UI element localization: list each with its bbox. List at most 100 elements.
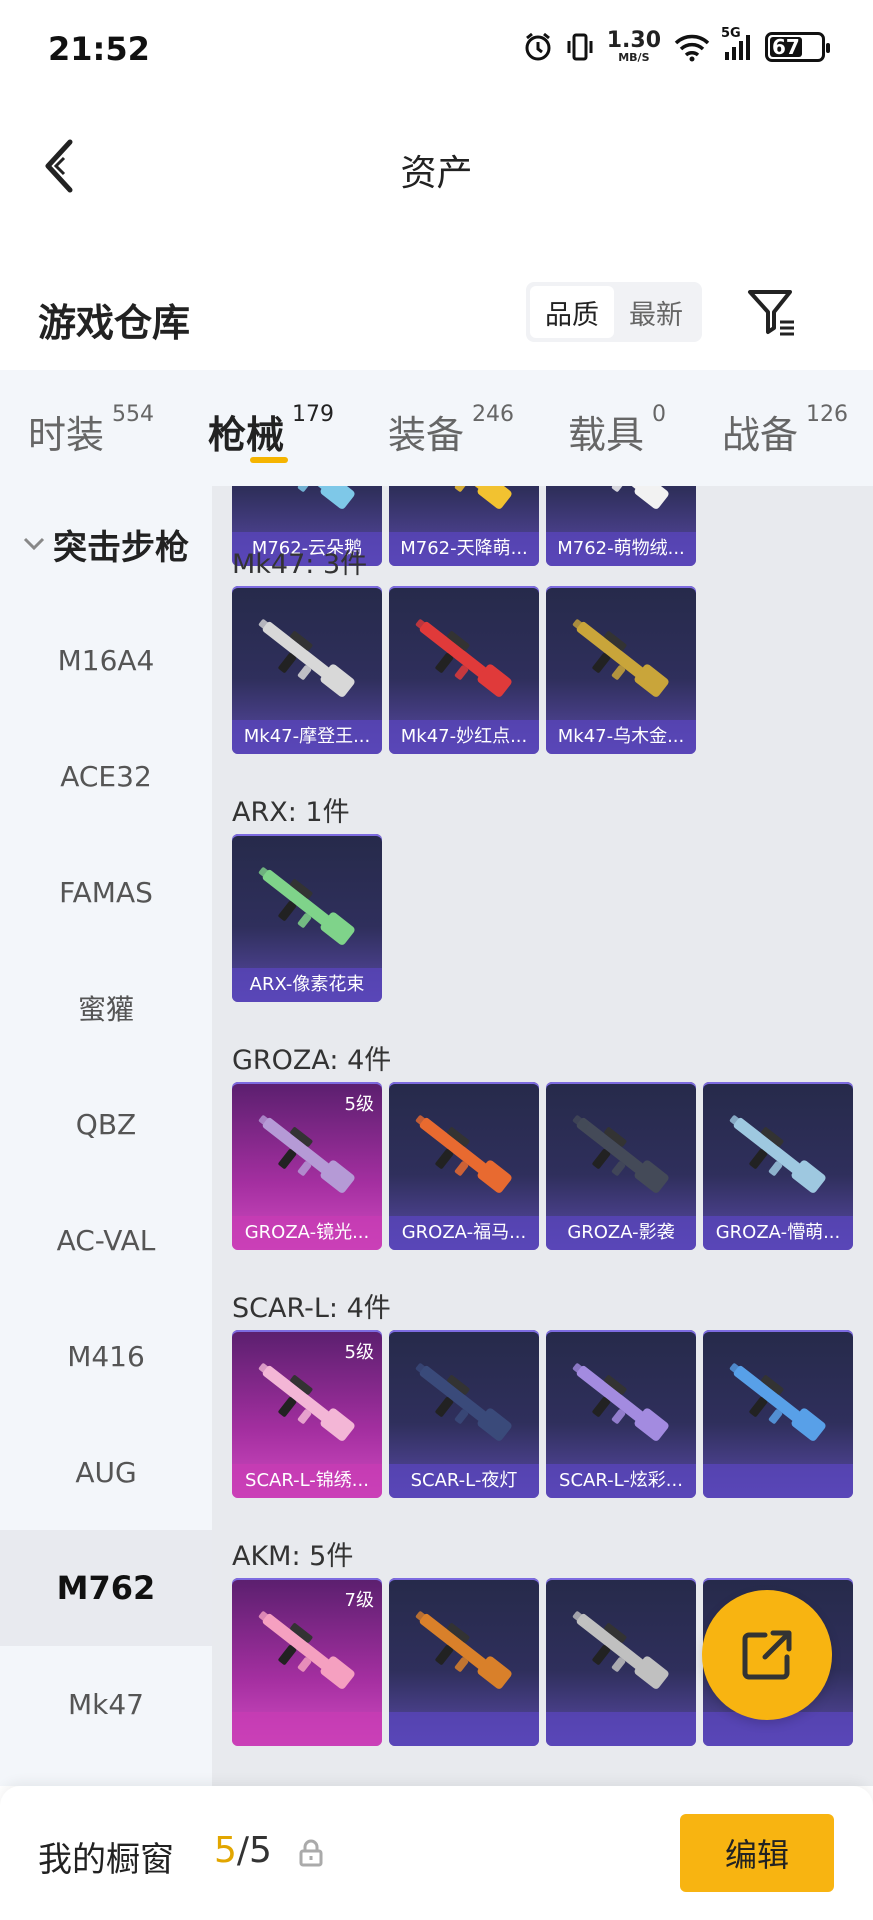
sidebar-category[interactable]: 突击步枪 — [0, 486, 212, 602]
weapon-card[interactable]: SCAR-L-夜灯 — [389, 1330, 539, 1498]
weapon-card[interactable]: ARX-像素花束 — [232, 834, 382, 1002]
sidebar-item-ace32[interactable]: ACE32 — [0, 718, 212, 834]
sidebar-category-label: 突击步枪 — [53, 527, 189, 568]
sort-quality[interactable]: 品质 — [530, 286, 614, 338]
category-tabs: 时装 554 枪械 179 装备 246 载具 0 战备 126 — [0, 370, 873, 486]
sidebar-item-ac-val[interactable]: AC-VAL — [0, 1182, 212, 1298]
tab-guns[interactable]: 枪械 179 — [208, 402, 335, 459]
nav-header: 资产 — [0, 104, 873, 226]
group-title: AKM: 5件 — [232, 1541, 354, 1572]
warehouse-header: 游戏仓库 品质 最新 — [0, 268, 873, 364]
weapon-name: ARX-像素花束 — [232, 968, 382, 1002]
level-badge: 5级 — [344, 1342, 374, 1363]
weapon-card[interactable]: GROZA-影袭 — [546, 1082, 696, 1250]
weapon-skin-icon — [262, 486, 355, 509]
weapon-skin-icon — [415, 1611, 512, 1689]
share-button[interactable] — [702, 1590, 832, 1720]
tab-count: 126 — [806, 402, 849, 427]
sidebar-item-m416[interactable]: M416 — [0, 1298, 212, 1414]
showcase-total: 5 — [249, 1830, 272, 1871]
warehouse-title: 游戏仓库 — [38, 301, 191, 345]
weapon-card[interactable]: SCAR-L-炫彩... — [546, 1330, 696, 1498]
tab-count: 179 — [292, 402, 335, 427]
group-title: GROZA: 4件 — [232, 1045, 392, 1076]
weapon-skin-icon — [572, 1115, 669, 1193]
network-type: 5G — [721, 25, 741, 41]
weapon-card[interactable]: GROZA-懵萌... — [703, 1082, 853, 1250]
lock-icon — [298, 1838, 324, 1868]
weapon-card[interactable] — [703, 1330, 853, 1498]
chevron-down-icon — [23, 537, 45, 551]
weapon-name: GROZA-福马... — [389, 1216, 539, 1250]
sort-latest[interactable]: 最新 — [614, 286, 698, 338]
weapon-card[interactable]: 7级 — [232, 1578, 382, 1746]
status-time: 21:52 — [48, 30, 150, 68]
weapon-name: M762-天降萌... — [389, 532, 539, 566]
tab-fashion[interactable]: 时装 554 — [28, 402, 154, 459]
weapon-name — [389, 1712, 539, 1746]
weapon-card[interactable]: Mk47-乌木金... — [546, 586, 696, 754]
tab-vehicles[interactable]: 载具 0 — [568, 402, 667, 459]
weapon-card[interactable]: Mk47-摩登王... — [232, 586, 382, 754]
tab-label: 装备 — [388, 413, 465, 457]
weapon-card[interactable]: M762-萌物绒... — [546, 486, 696, 566]
weapon-skin-icon — [415, 619, 512, 697]
sidebar-item-m16a4[interactable]: M16A4 — [0, 602, 212, 718]
showcase-label: 我的橱窗 — [38, 1840, 174, 1880]
network-speed: 1.30 MB/S — [606, 28, 661, 64]
showcase-current: 5 — [214, 1830, 237, 1871]
signal-icon: 5G — [721, 26, 753, 62]
wifi-icon — [673, 32, 711, 62]
speed-value: 1.30 — [606, 28, 661, 53]
weapon-card[interactable] — [546, 1578, 696, 1746]
tab-label: 战备 — [722, 413, 799, 457]
weapon-name: GROZA-影袭 — [546, 1216, 696, 1250]
share-icon — [742, 1630, 792, 1680]
sidebar-item-famas[interactable]: FAMAS — [0, 834, 212, 950]
weapon-skin-icon — [258, 619, 355, 697]
level-badge: 5级 — [344, 1094, 374, 1115]
weapon-name: SCAR-L-锦绣... — [232, 1464, 382, 1498]
showcase-bar: 我的橱窗 5/5 编辑 — [0, 1786, 873, 1920]
speed-unit: MB/S — [618, 51, 650, 64]
sidebar-item-aug[interactable]: AUG — [0, 1414, 212, 1530]
tab-label: 时装 — [28, 413, 105, 457]
vibrate-icon — [565, 32, 595, 62]
status-icons: 1.30 MB/S 5G 67 — [523, 26, 830, 64]
tab-battle-prep[interactable]: 战备 126 — [722, 402, 849, 459]
tab-active-indicator — [250, 457, 288, 463]
battery-icon: 67 — [765, 31, 830, 62]
tab-label: 载具 — [568, 413, 645, 457]
group-title: Mk47: 3件 — [232, 549, 368, 580]
weapon-card[interactable]: 5级 SCAR-L-锦绣... — [232, 1330, 382, 1498]
weapon-skin-icon — [572, 1363, 669, 1441]
weapon-card[interactable]: GROZA-福马... — [389, 1082, 539, 1250]
level-badge: 7级 — [344, 1590, 374, 1611]
weapon-card[interactable]: 5级 GROZA-镜光... — [232, 1082, 382, 1250]
weapon-skin-icon — [419, 486, 512, 509]
tab-count: 0 — [652, 402, 667, 427]
sidebar-item-mk47[interactable]: Mk47 — [0, 1646, 212, 1762]
weapon-name: GROZA-懵萌... — [703, 1216, 853, 1250]
weapon-skin-icon — [258, 867, 355, 945]
sidebar-item-m762[interactable]: M762 — [0, 1530, 212, 1646]
filter-button[interactable] — [744, 284, 800, 340]
tab-equipment[interactable]: 装备 246 — [388, 402, 515, 459]
weapon-name: GROZA-镜光... — [232, 1216, 382, 1250]
weapon-skin-icon — [729, 1363, 826, 1441]
edit-button[interactable]: 编辑 — [680, 1814, 834, 1892]
tab-count: 246 — [472, 402, 515, 427]
weapon-skin-icon — [415, 1363, 512, 1441]
weapon-skin-icon — [258, 1115, 355, 1193]
weapon-card[interactable]: Mk47-妙红点... — [389, 586, 539, 754]
sidebar-item-qbz[interactable]: QBZ — [0, 1066, 212, 1182]
page-title: 资产 — [400, 153, 473, 194]
weapon-skin-icon — [572, 1611, 669, 1689]
filter-icon — [748, 290, 794, 336]
weapon-card[interactable] — [389, 1578, 539, 1746]
weapon-name — [232, 1712, 382, 1746]
weapon-card[interactable]: M762-天降萌... — [389, 486, 539, 566]
sidebar-item-honey-badger[interactable]: 蜜獾 — [0, 950, 212, 1066]
group-title: SCAR-L: 4件 — [232, 1293, 391, 1324]
battery-level: 67 — [772, 34, 800, 59]
